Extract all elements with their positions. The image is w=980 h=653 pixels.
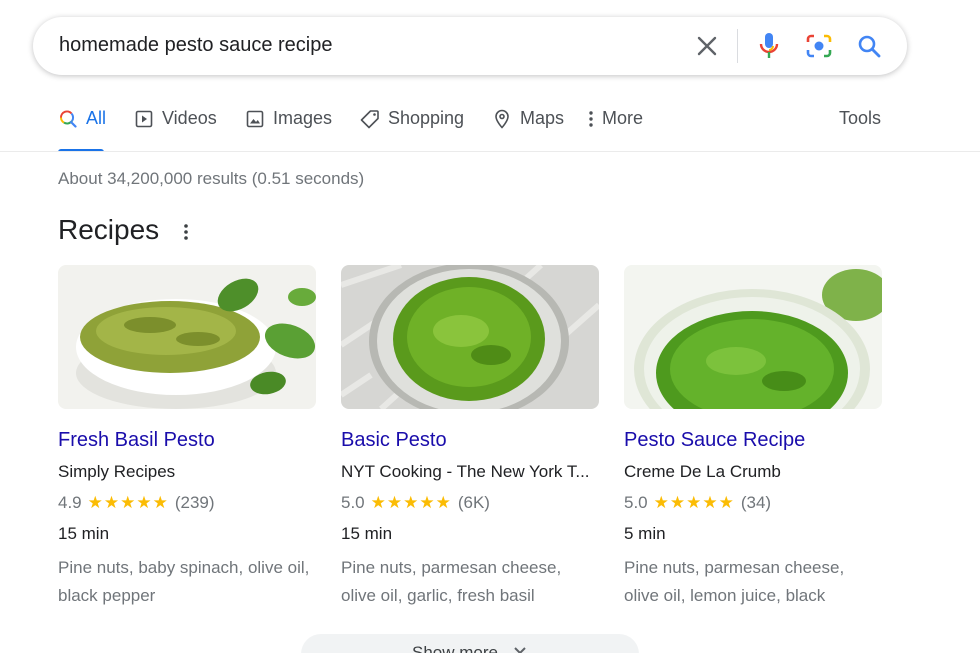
rating-value: 5.0 [341, 493, 365, 512]
tab-label: Images [273, 108, 333, 128]
recipe-time: 15 min [58, 524, 110, 543]
search-input[interactable]: homemade pesto sauce recipe [59, 34, 333, 57]
tag-icon [360, 108, 380, 130]
microphone-icon[interactable] [754, 31, 784, 61]
camera-icon[interactable] [804, 31, 834, 61]
recipe-ingredients: Pine nuts, parmesan cheese, olive oil, l… [624, 558, 845, 605]
tabs-divider [0, 151, 980, 152]
star-rating-icon: ★★★★★ [653, 493, 735, 512]
recipe-image[interactable] [341, 265, 599, 409]
section-title: Recipes [58, 214, 160, 245]
tab-label: All [86, 108, 107, 128]
tab-videos[interactable]: Videos [134, 108, 217, 152]
result-stats: About 34,200,000 results (0.51 seconds) [58, 169, 365, 188]
tab-more[interactable]: More [586, 108, 643, 152]
search-tabs: All Videos Images Shopping Maps More Too… [58, 108, 908, 152]
search-box[interactable]: homemade pesto sauce recipe [33, 17, 907, 75]
tab-all[interactable]: All [58, 108, 106, 152]
tab-maps[interactable]: Maps [492, 108, 564, 152]
star-rating-icon: ★★★★★ [370, 493, 452, 512]
recipe-time: 15 min [341, 524, 393, 543]
rating-value: 5.0 [624, 493, 648, 512]
search-icon[interactable] [854, 31, 884, 61]
tab-images[interactable]: Images [245, 108, 332, 152]
tab-shopping[interactable]: Shopping [360, 108, 464, 152]
recipe-title[interactable]: Fresh Basil Pesto [58, 429, 316, 452]
chevron-down-icon [512, 643, 528, 653]
image-icon [245, 108, 265, 130]
recipe-rating: 5.0 ★★★★★ (6K) [341, 493, 599, 513]
review-count: (34) [740, 493, 772, 512]
recipe-title[interactable]: Basic Pesto [341, 429, 599, 452]
show-more-label: Show more [412, 643, 498, 653]
recipe-source: Simply Recipes [58, 462, 176, 481]
review-count: (239) [174, 493, 215, 512]
recipe-time: 5 min [624, 524, 666, 543]
recipe-card[interactable]: Pesto Sauce Recipe Creme De La Crumb 5.0… [624, 265, 882, 610]
clear-icon[interactable] [692, 31, 722, 61]
tools-button[interactable]: Tools [839, 108, 881, 152]
recipe-title[interactable]: Pesto Sauce Recipe [624, 429, 882, 452]
tab-label: Shopping [388, 108, 465, 128]
tab-label: Videos [162, 108, 217, 128]
recipe-rating: 5.0 ★★★★★ (34) [624, 493, 882, 513]
video-icon [134, 108, 154, 130]
map-pin-icon [492, 108, 512, 130]
show-more-button[interactable]: Show more [301, 634, 639, 653]
search-icon [58, 108, 78, 130]
star-rating-icon: ★★★★★ [87, 493, 169, 512]
kebab-icon [586, 108, 596, 130]
tools-label: Tools [839, 108, 882, 128]
recipe-ingredients: Pine nuts, baby spinach, olive oil, blac… [58, 558, 310, 605]
tab-label: Maps [520, 108, 565, 128]
recipe-image[interactable] [58, 265, 316, 409]
tab-label: More [602, 108, 644, 128]
more-options-icon[interactable] [176, 220, 196, 244]
recipe-card[interactable]: Basic Pesto NYT Cooking - The New York T… [341, 265, 599, 610]
review-count: (6K) [457, 493, 490, 512]
recipe-source: Creme De La Crumb [624, 462, 781, 481]
rating-value: 4.9 [58, 493, 82, 512]
search-divider [737, 29, 738, 63]
recipe-source: NYT Cooking - The New York T... [341, 462, 590, 481]
recipe-ingredients: Pine nuts, parmesan cheese, olive oil, g… [341, 558, 562, 605]
recipe-image[interactable] [624, 265, 882, 409]
recipe-card[interactable]: Fresh Basil Pesto Simply Recipes 4.9 ★★★… [58, 265, 316, 610]
recipe-rating: 4.9 ★★★★★ (239) [58, 493, 316, 513]
